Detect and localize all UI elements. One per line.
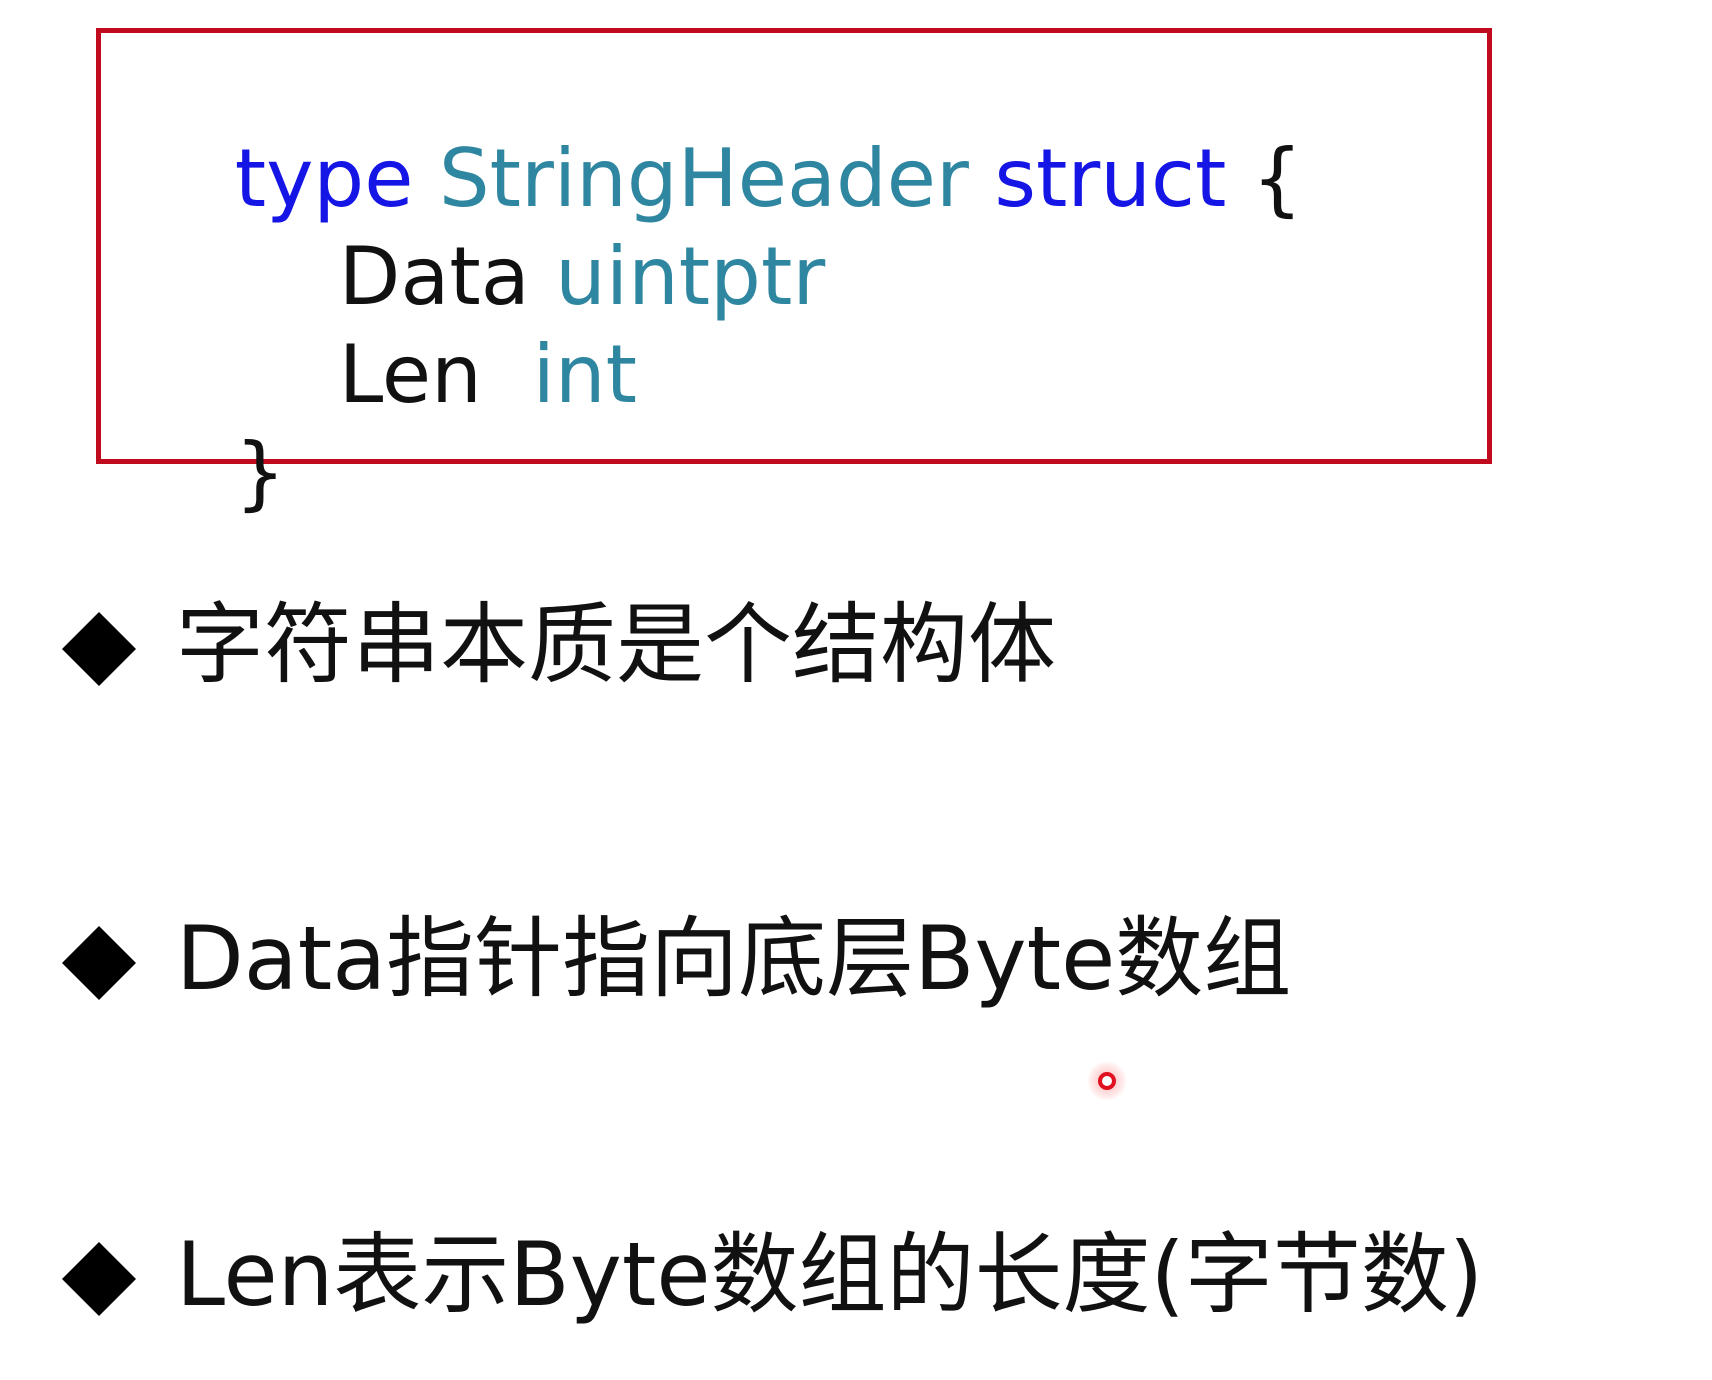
bullet-text-3: Len表示Byte数组的长度(字节数) — [176, 1223, 1484, 1326]
laser-pointer-icon — [1087, 1061, 1127, 1101]
field-len-name: Len — [338, 328, 482, 421]
open-brace: { — [1251, 132, 1303, 225]
diamond-bullet-icon — [62, 1242, 136, 1316]
diamond-bullet-icon — [62, 612, 136, 686]
diamond-bullet-icon — [62, 926, 136, 1000]
laser-pointer-dot — [1098, 1072, 1116, 1090]
bullet-text-1: 字符串本质是个结构体 — [176, 593, 1057, 696]
keyword-struct: struct — [994, 132, 1227, 225]
code-line-3: Len int — [237, 255, 637, 495]
bullet-text-2: Data指针指向底层Byte数组 — [176, 907, 1292, 1010]
code-block: type StringHeader struct { Data uintptr … — [96, 28, 1492, 513]
field-len-type: int — [532, 328, 637, 421]
code-line-4: } — [133, 353, 286, 593]
close-brace: } — [234, 426, 286, 519]
